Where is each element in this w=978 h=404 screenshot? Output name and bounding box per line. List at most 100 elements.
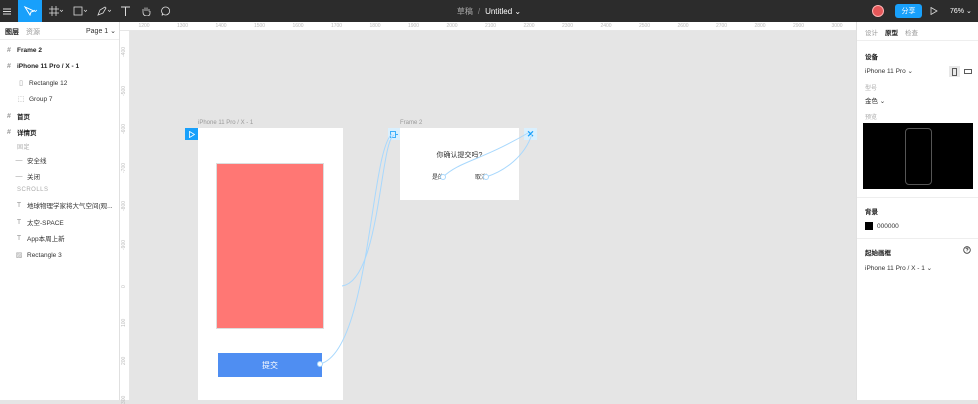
background-section-title: 背景 — [865, 209, 878, 216]
ruler-tick: -500 — [121, 85, 127, 96]
layer-iphone-frame[interactable]: # iPhone 11 Pro / X - 1 — [4, 60, 124, 72]
vertical-ruler: -400 -500 -600 -700 -800 -900 0 100 200 300 — [120, 31, 130, 404]
line-icon: — — [15, 172, 23, 180]
layer-label: 太空-SPACE — [27, 220, 64, 227]
layer-detail[interactable]: # 详情页 — [4, 126, 124, 138]
ruler-tick: 2000 — [446, 23, 458, 29]
portrait-orientation-icon[interactable] — [949, 66, 960, 77]
layer-close[interactable]: — 关闭 — [14, 170, 134, 182]
user-avatar[interactable] — [872, 5, 884, 17]
layer-label: 详情页 — [17, 130, 37, 137]
frame-icon: # — [7, 46, 11, 54]
ruler-tick: 1800 — [369, 23, 381, 29]
ruler-tick: -400 — [121, 46, 127, 57]
ruler-tick: 2700 — [715, 23, 728, 29]
ruler-tick: 1200 — [138, 23, 150, 29]
start-frame-dropdown[interactable]: iPhone 11 Pro / X - 1 ⌄ — [865, 264, 932, 272]
shape-tool-icon[interactable] — [70, 0, 90, 22]
move-tool-button[interactable] — [18, 0, 42, 22]
layer-label: 关闭 — [27, 174, 40, 181]
layer-label: 首页 — [17, 114, 30, 121]
ruler-tick: 1300 — [176, 23, 189, 29]
left-panel-tabs: 图层 资源 Page 1 ⌄ — [0, 22, 119, 40]
layer-label: 地球物理学家将大气空间(观... — [27, 203, 113, 210]
text-tool-icon[interactable] — [118, 0, 132, 22]
phone-preview-outline — [905, 128, 932, 185]
ruler-tick: 1900 — [407, 23, 420, 29]
ruler-tick: 2300 — [561, 23, 574, 29]
layer-group-7[interactable]: ⬚ Group 7 — [16, 93, 136, 105]
ruler-tick: 200 — [121, 356, 127, 365]
layer-frame-2[interactable]: # Frame 2 — [4, 44, 124, 56]
layer-label: Rectangle 3 — [27, 251, 62, 259]
ruler-tick: 2200 — [523, 23, 535, 29]
layer-label: App本周上新 — [27, 236, 65, 243]
tab-layers[interactable]: 图层 — [5, 27, 19, 37]
tab-design[interactable]: 设计 — [865, 27, 878, 37]
model-label: 型号 — [865, 86, 878, 92]
frame-tool-icon[interactable] — [46, 0, 66, 22]
frame-icon: # — [7, 62, 11, 70]
share-button[interactable]: 分享 — [895, 4, 922, 18]
horizontal-ruler: 1200 1300 1400 1500 1600 1700 1800 1900 2000 2100… — [120, 22, 856, 31]
ruler-tick: 2100 — [484, 23, 497, 29]
background-hex-input[interactable]: 000000 — [877, 223, 899, 230]
layer-label: iPhone 11 Pro / X - 1 — [17, 62, 80, 70]
rectangle-icon: ▯ — [19, 80, 23, 87]
start-frame-section-title: 起始画框 — [865, 250, 891, 257]
tab-inspect[interactable]: 检查 — [905, 27, 918, 37]
landscape-orientation-icon[interactable] — [962, 66, 973, 77]
ruler-tick: 100 — [121, 318, 127, 327]
preview-label: 预览 — [865, 115, 878, 121]
tab-prototype[interactable]: 原型 — [885, 27, 898, 37]
tab-assets[interactable]: 资源 — [26, 27, 40, 37]
device-dropdown[interactable]: iPhone 11 Pro ⌄ — [865, 67, 913, 75]
present-play-icon[interactable] — [930, 0, 938, 22]
layer-label: Rectangle 12 — [29, 79, 68, 87]
layer-label: Frame 2 — [17, 46, 42, 54]
breadcrumb-separator: / — [477, 6, 481, 16]
ruler-tick: 0 — [121, 285, 127, 288]
layer-label: 安全线 — [27, 158, 47, 165]
main-menu-icon[interactable] — [0, 0, 14, 22]
divider — [857, 238, 978, 239]
layer-text-geophysicist[interactable]: T 地球物理学家将大气空间(观... — [14, 199, 134, 211]
breadcrumb-drafts[interactable]: 草稿 — [457, 6, 473, 17]
prototype-connections — [317, 132, 533, 367]
layer-home[interactable]: # 首页 — [4, 110, 124, 122]
model-dropdown[interactable]: 金色 ⌄ — [865, 95, 885, 105]
hand-tool-icon[interactable] — [139, 0, 153, 22]
comment-tool-icon[interactable] — [159, 0, 173, 22]
device-preview — [863, 123, 973, 189]
layer-safe-line[interactable]: — 安全线 — [14, 154, 134, 166]
line-icon: — — [15, 156, 23, 164]
help-icon[interactable] — [963, 246, 971, 256]
frame-icon: # — [7, 112, 11, 120]
layers-panel: 图层 资源 Page 1 ⌄ # Frame 2 # iPhone 11 Pro… — [0, 22, 120, 400]
layer-rectangle-3[interactable]: ▨ Rectangle 3 — [14, 249, 134, 261]
ruler-tick: 2800 — [754, 23, 766, 29]
layer-text-space[interactable]: T 太空-SPACE — [14, 216, 134, 228]
text-layer-icon: T — [16, 201, 22, 209]
ruler-tick: -700 — [121, 162, 127, 173]
ruler-tick: 1500 — [253, 23, 266, 29]
fixed-section-label: 固定 — [17, 145, 31, 151]
layer-rectangle-12[interactable]: ▯ Rectangle 12 — [16, 77, 136, 89]
text-layer-icon: T — [16, 218, 22, 226]
design-canvas[interactable]: iPhone 11 Pro / X - 1 Frame 2 提交 你确认提交吗?… — [130, 31, 856, 400]
ruler-tick: 2900 — [792, 23, 805, 29]
pen-tool-icon[interactable] — [94, 0, 114, 22]
divider — [857, 197, 978, 198]
background-color-swatch[interactable] — [865, 222, 873, 230]
file-name[interactable]: Untitled ⌄ — [485, 7, 521, 16]
layer-text-app-new[interactable]: T App本周上新 — [14, 232, 134, 244]
ruler-tick: 3000 — [831, 23, 843, 29]
page-selector[interactable]: Page 1 ⌄ — [86, 27, 116, 35]
ruler-tick: 2500 — [638, 23, 651, 29]
frame-icon: # — [7, 128, 11, 136]
zoom-level-dropdown[interactable]: 76% ⌄ — [950, 0, 972, 22]
ruler-tick: -600 — [121, 123, 127, 134]
scrolls-section-label: SCROLLS — [17, 187, 49, 193]
ruler-tick: 300 — [121, 395, 127, 404]
layer-label: Group 7 — [29, 95, 53, 103]
